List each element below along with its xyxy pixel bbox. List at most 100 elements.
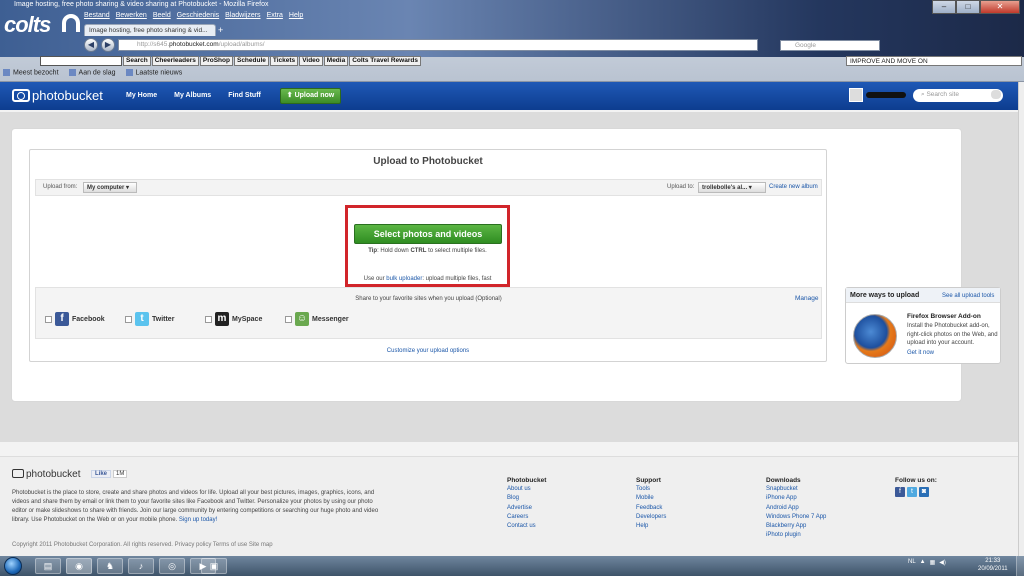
rss-icon	[125, 69, 133, 76]
toolbar-travel-rewards[interactable]: Colts Travel Rewards	[349, 56, 421, 66]
menu-file[interactable]: Bestand	[84, 12, 110, 19]
clock[interactable]: 21:33 20/09/2011	[978, 557, 1008, 573]
show-desktop-button[interactable]	[1016, 556, 1024, 576]
scrollbar[interactable]	[1018, 82, 1024, 556]
footer-link[interactable]: Contact us	[507, 522, 546, 531]
create-album-link[interactable]: Create new album	[769, 184, 818, 190]
menu-history[interactable]: Geschiedenis	[177, 12, 219, 19]
footer-link[interactable]: Careers	[507, 513, 546, 522]
share-messenger: ☺ Messenger	[285, 312, 349, 326]
footer-logo[interactable]: photobucket	[12, 469, 81, 480]
upload-to-select[interactable]: trollebolle's al... ▾	[698, 182, 766, 193]
footer-description: Photobucket is the place to store, creat…	[12, 489, 382, 525]
upload-from-value: My computer	[87, 185, 125, 191]
footer-link[interactable]: About us	[507, 485, 546, 494]
menu-edit[interactable]: Bewerken	[116, 12, 147, 19]
facebook-like: Like 1M	[91, 470, 128, 478]
colts-search-button[interactable]: Search	[123, 56, 151, 66]
see-all-tools-link[interactable]: See all upload tools	[942, 293, 994, 299]
url-bar[interactable]: http://s645.photobucket.com/upload/album…	[118, 39, 758, 51]
new-tab-button[interactable]: +	[218, 25, 223, 35]
tip-text: Tip: Hold down CTRL to select multiple f…	[345, 248, 510, 254]
nav-my-albums[interactable]: My Albums	[174, 92, 211, 99]
manage-link[interactable]: Manage	[795, 295, 819, 302]
footer-link[interactable]: Mobile	[636, 494, 666, 503]
nav-find-stuff[interactable]: Find Stuff	[228, 92, 261, 99]
upload-now-label: Upload now	[294, 92, 335, 99]
search-engine-box[interactable]: Google	[780, 40, 880, 51]
bookmark-label: Aan de slag	[78, 69, 116, 77]
toolbar-proshop[interactable]: ProShop	[199, 56, 233, 66]
myspace-checkbox[interactable]	[205, 315, 212, 323]
language-indicator[interactable]: NL	[908, 559, 916, 566]
toolbar-schedule[interactable]: Schedule	[233, 56, 269, 66]
upload-now-button[interactable]: ⬆ Upload now	[280, 88, 341, 104]
menu-bookmarks[interactable]: Bladwijzers	[225, 12, 260, 19]
menu-tools[interactable]: Extra	[267, 12, 283, 19]
photobucket-logo[interactable]: photobucket	[12, 88, 103, 103]
footer-link[interactable]: Help	[636, 522, 666, 531]
customize-options-link[interactable]: Customize your upload options	[0, 348, 856, 354]
network-icon[interactable]: ▦	[930, 559, 936, 566]
minimize-button[interactable]: –	[932, 0, 956, 14]
footer-link[interactable]: Blog	[507, 494, 546, 503]
bookmark-most-visited[interactable]: Meest bezocht	[3, 69, 59, 81]
system-tray: NL ▲ ▦ ◀)	[908, 559, 946, 566]
facebook-icon[interactable]: f	[895, 487, 905, 498]
toolbar-video[interactable]: Video	[299, 56, 323, 66]
footer-link[interactable]: Advertise	[507, 504, 546, 513]
signup-link[interactable]: Sign up today!	[179, 517, 217, 523]
twitter-checkbox[interactable]	[125, 315, 132, 323]
photobucket-icon[interactable]: ◙	[919, 487, 929, 498]
footer-link[interactable]: iPhone App	[766, 494, 826, 503]
toolbar-tickets[interactable]: Tickets	[269, 56, 299, 66]
volume-icon[interactable]: ◀)	[939, 559, 946, 566]
avatar[interactable]	[849, 88, 863, 102]
itunes-icon[interactable]: ♪	[128, 558, 154, 574]
bookmark-latest-news[interactable]: Laatste nieuws	[125, 69, 182, 81]
footer-link[interactable]: Blackberry App	[766, 522, 826, 531]
menu-view[interactable]: Beeld	[153, 12, 171, 19]
forward-icon[interactable]: ▶	[101, 38, 115, 52]
bookmark-icon	[3, 69, 10, 76]
footer-link[interactable]: Feedback	[636, 504, 666, 513]
get-addon-link[interactable]: Get it now	[907, 350, 934, 356]
colts-toolbar: Search Cheerleaders ProShop Schedule Tic…	[40, 56, 421, 66]
maximize-button[interactable]: □	[956, 0, 980, 14]
start-button[interactable]	[4, 557, 22, 575]
site-search-input[interactable]: ⌕ Search site	[913, 89, 1003, 102]
twitter-icon[interactable]: t	[907, 487, 917, 498]
game-icon[interactable]: ♞	[97, 558, 123, 574]
improve-ticker[interactable]: IMPROVE AND MOVE ON	[846, 56, 1022, 66]
messenger-checkbox[interactable]	[285, 315, 292, 323]
bulk-uploader-link[interactable]: bulk uploader	[386, 276, 422, 282]
colts-search-input[interactable]	[40, 56, 122, 66]
nav-my-home[interactable]: My Home	[126, 92, 157, 99]
firefox-task-icon[interactable]: ◉	[66, 558, 92, 574]
explorer-icon[interactable]: ▤	[35, 558, 61, 574]
footer-link[interactable]: Developers	[636, 513, 666, 522]
footer-link[interactable]: Android App	[766, 504, 826, 513]
close-button[interactable]: ✕	[980, 0, 1020, 14]
footer-link[interactable]: iPhoto plugin	[766, 531, 826, 540]
select-photos-button[interactable]: Select photos and videos	[354, 224, 502, 244]
tip-body: : Hold down	[377, 248, 411, 254]
toolbar-media[interactable]: Media	[323, 56, 349, 66]
menu-help[interactable]: Help	[289, 12, 303, 19]
bookmark-getting-started[interactable]: Aan de slag	[68, 69, 116, 81]
toolbar-cheerleaders[interactable]: Cheerleaders	[151, 56, 199, 66]
tray-arrow-icon[interactable]: ▲	[920, 559, 926, 566]
footer-logo-text: photobucket	[26, 469, 81, 480]
like-button[interactable]: Like	[91, 470, 112, 478]
tip-prefix: Tip	[368, 248, 378, 254]
facebook-checkbox[interactable]	[45, 315, 52, 323]
upload-from-select[interactable]: My computer ▾	[83, 182, 137, 193]
footer-link[interactable]: Tools	[636, 485, 666, 494]
app-icon[interactable]: ▣	[201, 558, 227, 574]
search-go-button[interactable]	[991, 90, 1001, 99]
steam-icon[interactable]: ◎	[159, 558, 185, 574]
footer-link[interactable]: Snapbucket	[766, 485, 826, 494]
footer-link[interactable]: Windows Phone 7 App	[766, 513, 826, 522]
back-icon[interactable]: ◀	[84, 38, 98, 52]
browser-tab-photobucket[interactable]: Image hosting, free photo sharing & vid.…	[84, 24, 216, 36]
